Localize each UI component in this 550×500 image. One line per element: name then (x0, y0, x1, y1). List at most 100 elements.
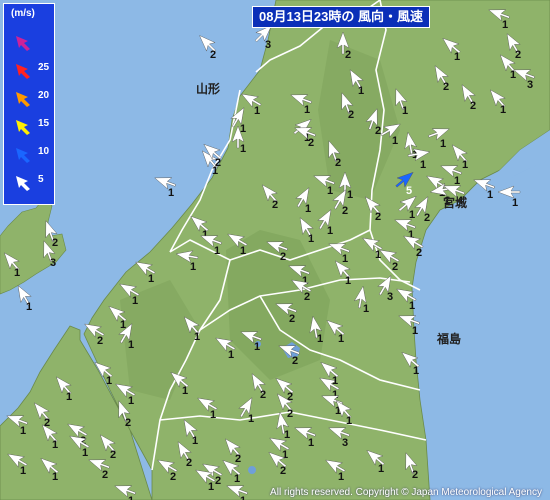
prefecture-label-fukushima: 福島 (437, 332, 462, 346)
arrow-icon (16, 36, 30, 51)
wind-speed-label: 3 (50, 257, 56, 269)
wind-speed-label: 1 (240, 245, 246, 257)
wind-speed-label: 1 (66, 391, 72, 403)
wind-speed-label: 1 (308, 233, 314, 245)
wind-station: 1 (108, 305, 127, 331)
arrow-icon (16, 64, 30, 79)
wind-station: 2 (261, 184, 278, 211)
wind-speed-label: 1 (240, 123, 246, 135)
prefecture-label-miyagi: 宮城 (443, 196, 468, 210)
wind-speed-label: 1 (128, 495, 134, 500)
wind-speed-label: 1 (413, 365, 419, 377)
wind-speed-label: 1 (194, 331, 200, 343)
wind-speed-label: 1 (487, 189, 493, 201)
legend-value: 5 (38, 174, 44, 185)
wind-speed-label: 2 (375, 211, 381, 223)
wind-station: 1 (326, 319, 345, 345)
wind-speed-label: 2 (342, 205, 348, 217)
wind-station: 2 (328, 140, 341, 169)
wind-speed-label: 1 (240, 495, 246, 500)
wind-station: 3 (377, 275, 393, 303)
wind-station: 2 (365, 108, 381, 137)
wind-station: 1 (154, 177, 176, 199)
wind-speed-label: 1 (254, 105, 260, 117)
wind-station: 1 (325, 459, 346, 483)
wind-station: 2 (251, 373, 266, 401)
wind-speed-label: 1 (454, 175, 460, 187)
wind-speed-label: 2 (392, 261, 398, 273)
wind-station: 1 (362, 237, 383, 261)
wind-station: 1 (349, 69, 364, 97)
wind-speed-label: 1 (420, 159, 426, 171)
wind-speed-label: 1 (168, 187, 174, 199)
wind-speed-label: 1 (346, 415, 352, 427)
wind-speed-label: 1 (454, 51, 460, 63)
wind-speed-label: 1 (20, 425, 26, 437)
wind-arrow-icon (395, 171, 414, 188)
legend-unit: (m/s) (11, 8, 35, 19)
wind-speed-label: 1 (128, 339, 134, 351)
wind-speed-label: 1 (409, 209, 415, 221)
wind-speed-label: 2 (52, 237, 58, 249)
wind-speed-label: 1 (412, 325, 418, 337)
wind-station: 1 (396, 288, 417, 312)
wind-station: 1 (135, 261, 156, 285)
wind-speed-label: 2 (289, 313, 295, 325)
wind-speed-label: 1 (512, 197, 518, 209)
wind-station: 1 (6, 415, 28, 437)
wind-speed-label: 2 (125, 417, 131, 429)
wind-station: 1 (240, 331, 262, 353)
wind-speed-label: 1 (502, 19, 508, 31)
wind-station: 2 (45, 220, 58, 249)
wind-speed-label: 1 (284, 429, 290, 441)
wind-station: 1 (118, 323, 134, 351)
legend-value: 20 (38, 90, 50, 101)
wind-station: 2 (461, 84, 476, 112)
legend-row: 15 (8, 114, 52, 136)
wind-speed-label: 1 (52, 471, 58, 483)
wind-speed-label: 2 (110, 449, 116, 461)
wind-station: 1 (114, 485, 136, 500)
wind-speed-label: 2 (304, 291, 310, 303)
wind-speed-label: 1 (282, 449, 288, 461)
wind-station: 1 (366, 449, 385, 475)
wind-station: 2 (275, 303, 297, 325)
weather-map: 2321123121211211111221211151111411112211… (0, 0, 550, 500)
wind-speed-label: 1 (248, 413, 254, 425)
wind-speed-label: 2 (280, 251, 286, 263)
wind-station: 1 (440, 165, 462, 187)
wind-speed-label: 1 (52, 439, 58, 451)
wind-speed-label: 1 (254, 341, 260, 353)
wind-speed-label: 1 (192, 435, 198, 447)
wind-station: 1 (238, 397, 254, 425)
wind-speed-label: 1 (14, 267, 20, 279)
legend-value: 10 (38, 146, 50, 157)
wind-station: 1 (328, 243, 350, 265)
wind-arrow-icon (380, 123, 401, 138)
wind-station: 2 (364, 196, 381, 223)
wind-speed-label: 1 (20, 465, 26, 477)
wind-station: 1 (94, 361, 113, 387)
wind-station: 1 (170, 371, 189, 397)
wind-speed-label: 1 (358, 85, 364, 97)
wind-station: 1 (317, 209, 333, 237)
wind-station: 2 (199, 35, 216, 61)
wind-speed-label: 1 (440, 138, 446, 150)
legend-row: 10 (8, 142, 52, 164)
wind-speed-label: 2 (335, 157, 341, 169)
wind-speed-label: 1 (338, 333, 344, 345)
wind-station: 2 (336, 31, 351, 61)
wind-speed-label: 2 (345, 49, 351, 61)
legend-arrow (16, 176, 30, 191)
wind-speed-label: 5 (406, 185, 412, 197)
wind-station: 1 (294, 427, 316, 449)
wind-speed-label: 2 (97, 335, 103, 347)
wind-station: 2 (278, 345, 300, 367)
wind-station: 2 (506, 33, 521, 61)
legend-arrow (16, 120, 30, 135)
wind-speed-label: 2 (424, 212, 430, 224)
wind-speed-label: 1 (342, 253, 348, 265)
wind-speed-label: 2 (235, 453, 241, 465)
wind-speed-label: 2 (280, 465, 286, 477)
wind-station: 1 (489, 89, 506, 116)
